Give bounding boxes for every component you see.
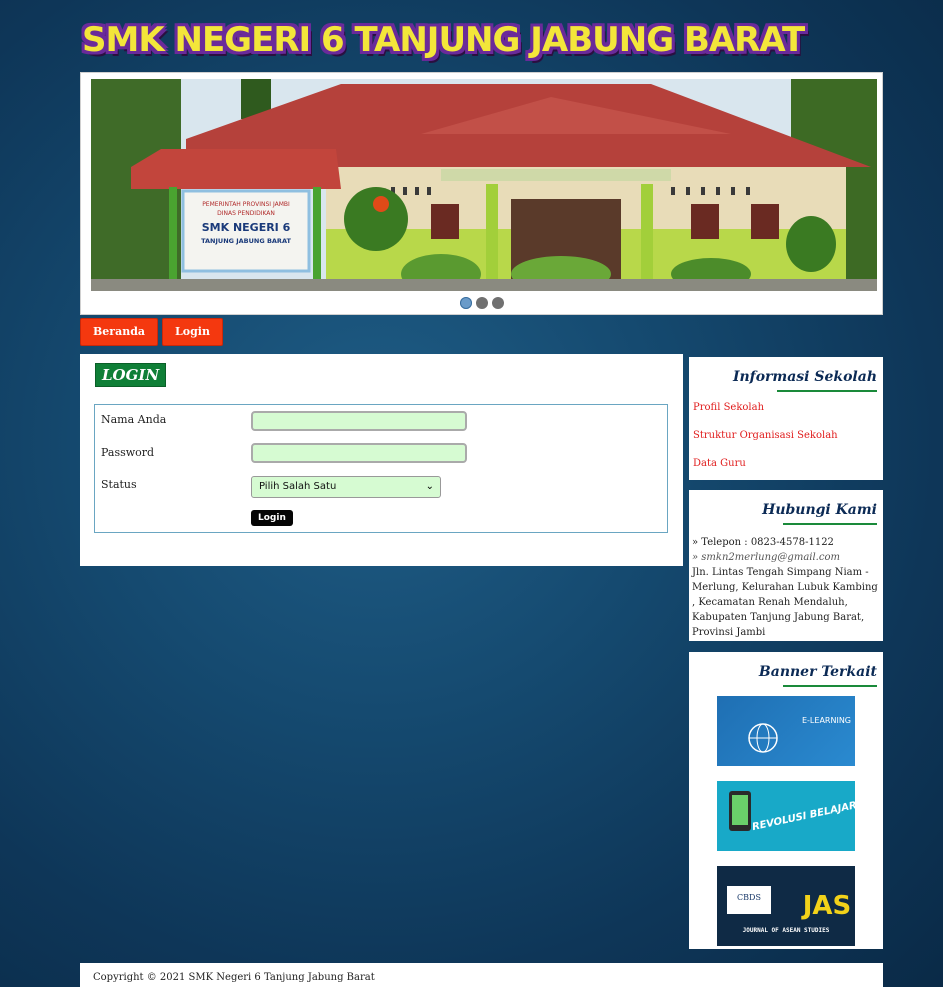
banner-terkait-widget: Banner Terkait E-LEARNING REVOLUSI BELAJ… bbox=[689, 652, 883, 949]
status-label: Status bbox=[101, 478, 137, 491]
hubungi-kami-title: Hubungi Kami bbox=[762, 502, 877, 518]
image-slider[interactable]: PEMERINTAH PROVINSI JAMBI DINAS PENDIDIK… bbox=[80, 72, 883, 315]
sign-line-3: SMK NEGERI 6 bbox=[202, 221, 291, 234]
name-label: Nama Anda bbox=[101, 413, 167, 426]
nav-login[interactable]: Login bbox=[162, 318, 223, 346]
banner-jas-title: JAS bbox=[801, 891, 852, 921]
contact-email: » smkn2merlung@gmail.com bbox=[692, 552, 840, 563]
site-title: SMK NEGERI 6 TANJUNG JABUNG BARAT bbox=[82, 20, 805, 60]
footer: Copyright © 2021 SMK Negeri 6 Tanjung Ja… bbox=[80, 963, 883, 987]
chevron-down-icon: ⌄ bbox=[425, 481, 434, 492]
login-heading: LOGIN bbox=[95, 363, 167, 387]
banner-jas-subtitle: JOURNAL OF ASEAN STUDIES bbox=[743, 927, 830, 934]
banner-elearning-text: E-LEARNING bbox=[802, 716, 851, 725]
info-sekolah-title: Informasi Sekolah bbox=[732, 369, 877, 385]
slider-dot-2[interactable] bbox=[475, 297, 488, 309]
info-sekolah-widget: Informasi Sekolah Profil Sekolah Struktu… bbox=[689, 357, 883, 480]
slider-dot-3[interactable] bbox=[491, 297, 504, 309]
sign-line-2: DINAS PENDIDIKAN bbox=[217, 210, 275, 217]
banner-elearning[interactable]: E-LEARNING bbox=[717, 696, 855, 766]
banner-cbds-logo: CBDS bbox=[737, 893, 761, 902]
contact-phone: » Telepon : 0823-4578-1122 bbox=[692, 537, 834, 548]
contact-address: Jln. Lintas Tengah Simpang Niam - Merlun… bbox=[692, 567, 878, 638]
sign-line-1: PEMERINTAH PROVINSI JAMBI bbox=[202, 201, 290, 208]
login-form: Nama Anda Password Status Pilih Salah Sa… bbox=[94, 404, 668, 533]
status-selected-value: Pilih Salah Satu bbox=[259, 481, 337, 492]
nav-beranda[interactable]: Beranda bbox=[80, 318, 159, 346]
name-input[interactable] bbox=[251, 411, 467, 431]
link-data-guru[interactable]: Data Guru bbox=[693, 458, 883, 469]
link-struktur-organisasi[interactable]: Struktur Organisasi Sekolah bbox=[693, 430, 883, 441]
title-divider bbox=[783, 685, 877, 687]
slider-dots bbox=[81, 297, 882, 309]
school-building-photo: PEMERINTAH PROVINSI JAMBI DINAS PENDIDIK… bbox=[91, 79, 877, 291]
sign-line-4: TANJUNG JABUNG BARAT bbox=[201, 237, 291, 245]
login-button[interactable]: Login bbox=[251, 510, 293, 526]
copyright-text: Copyright © 2021 SMK Negeri 6 Tanjung Ja… bbox=[93, 972, 375, 983]
slider-dot-1[interactable] bbox=[459, 297, 472, 309]
hubungi-kami-widget: Hubungi Kami » Telepon : 0823-4578-1122 … bbox=[689, 490, 883, 641]
main-nav: Beranda Login bbox=[80, 318, 227, 346]
password-label: Password bbox=[101, 446, 155, 459]
status-select[interactable]: Pilih Salah Satu ⌄ bbox=[251, 476, 441, 498]
password-input[interactable] bbox=[251, 443, 467, 463]
banner-revolusi-belajar[interactable]: REVOLUSI BELAJAR bbox=[717, 781, 855, 851]
link-profil-sekolah[interactable]: Profil Sekolah bbox=[693, 402, 883, 413]
banner-jas[interactable]: CBDS JAS JOURNAL OF ASEAN STUDIES bbox=[717, 866, 855, 946]
banner-revolusi-text: REVOLUSI BELAJAR bbox=[751, 800, 855, 833]
login-panel: LOGIN Nama Anda Password Status Pilih Sa… bbox=[80, 354, 683, 566]
banner-terkait-title: Banner Terkait bbox=[758, 664, 877, 680]
